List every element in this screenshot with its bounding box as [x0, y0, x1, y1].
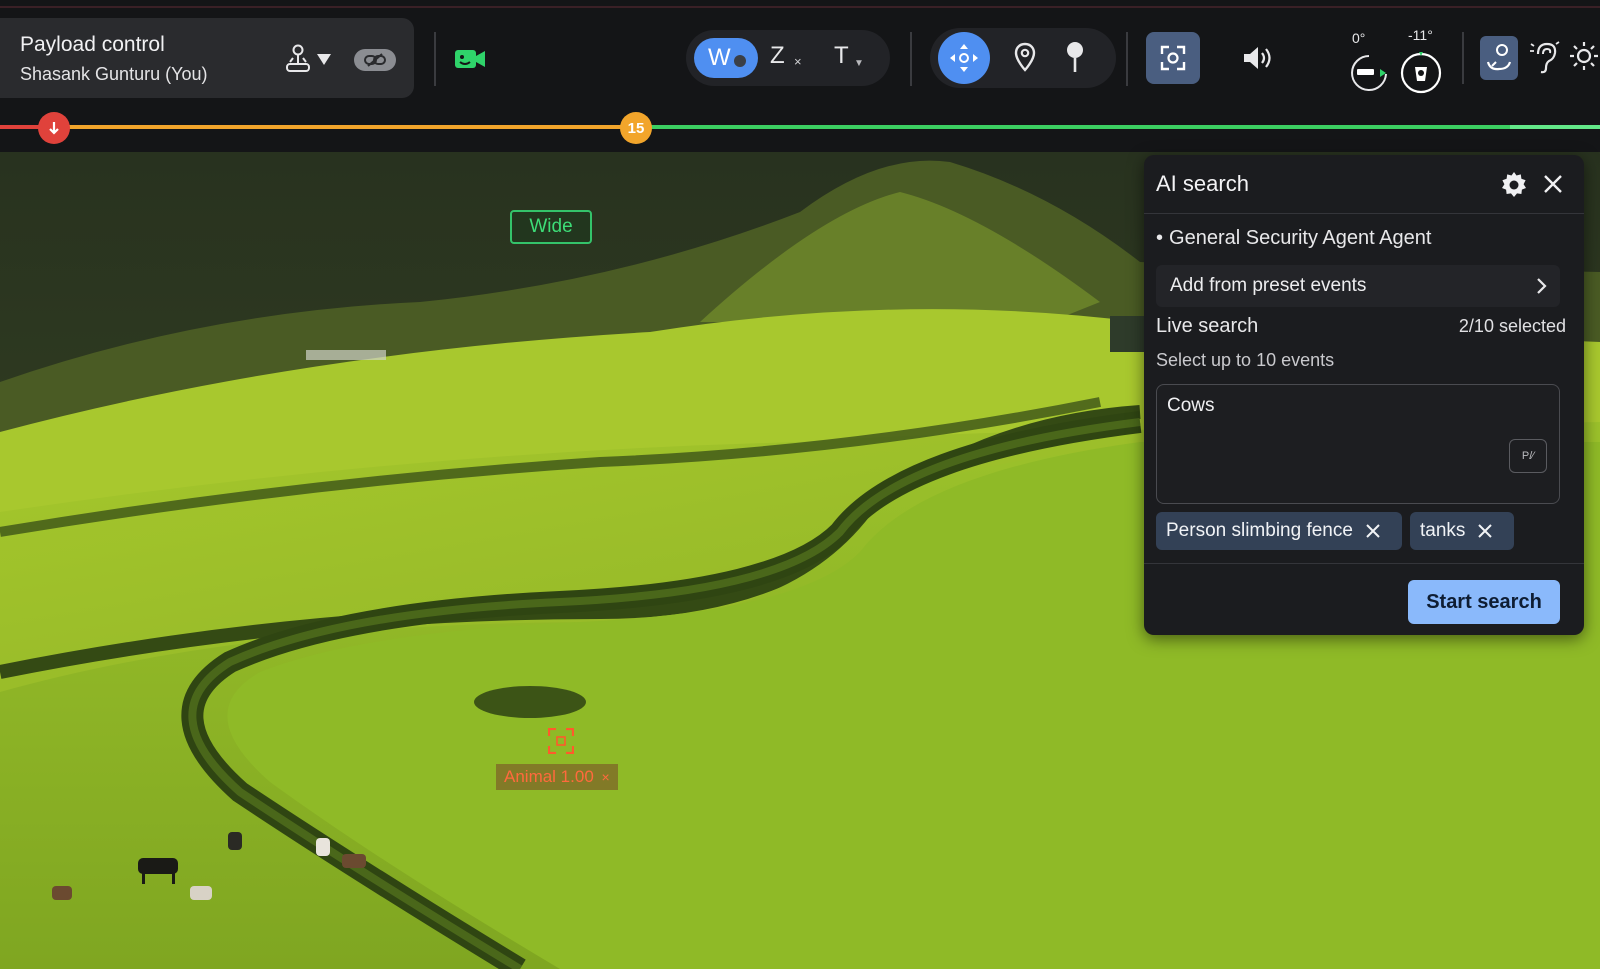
- move-icon: [950, 44, 978, 72]
- select-hint: Select up to 10 events: [1156, 350, 1335, 370]
- link-toggle[interactable]: [354, 49, 396, 71]
- event-chip[interactable]: tanks: [1410, 512, 1514, 550]
- event-chip[interactable]: Person slimbing fence: [1156, 512, 1402, 550]
- panel-divider: [1144, 213, 1584, 214]
- timeline-progress-segment: [54, 125, 636, 129]
- start-search-button[interactable]: Start search: [1408, 580, 1560, 624]
- detection-dismiss[interactable]: ×: [602, 769, 610, 785]
- timeline-remaining-segment: [636, 125, 1600, 129]
- navigation-tools: [930, 28, 1116, 88]
- bullet-icon: •: [1156, 227, 1164, 249]
- ai-search-title: AI search: [1156, 171, 1249, 196]
- cursor-indicator: [734, 55, 746, 67]
- move-button[interactable]: [938, 32, 990, 84]
- toolbar-divider: [910, 32, 912, 86]
- selected-count: 2/10 selected: [1458, 316, 1566, 336]
- query-input-value: Cows: [1167, 395, 1215, 416]
- mode-zoom-close[interactable]: ×: [794, 54, 802, 69]
- ai-search-panel: AI search • General Security Agent Agent …: [1144, 155, 1584, 635]
- thermal-dropdown-icon[interactable]: ▼: [854, 58, 864, 69]
- query-input[interactable]: Cows P/⁄: [1156, 384, 1560, 504]
- gimbal-pitch-readout: 0°: [1352, 30, 1366, 46]
- compass-icon: [1400, 52, 1442, 94]
- preset-label: Add from preset events: [1170, 275, 1367, 296]
- timeline-start-marker[interactable]: [38, 112, 70, 144]
- payload-control-card[interactable]: Payload control Shasank Gunturu (You): [0, 18, 414, 98]
- top-accent-line: [0, 6, 1600, 8]
- panel-divider: [1144, 563, 1584, 564]
- mode-thermal-button[interactable]: T: [834, 42, 849, 70]
- focus-frame-icon: [1160, 45, 1186, 71]
- mode-wide-label: W: [708, 44, 731, 71]
- query-shortcut-button[interactable]: P/⁄: [1509, 439, 1547, 473]
- map-pin-icon[interactable]: [1014, 42, 1036, 72]
- close-icon[interactable]: [1365, 523, 1381, 539]
- detection-button[interactable]: [1480, 36, 1518, 80]
- toolbar-divider: [1126, 32, 1128, 86]
- view-mode-badge: Wide: [510, 210, 592, 244]
- chevron-down-icon[interactable]: [316, 52, 332, 66]
- link-icon: [364, 53, 386, 67]
- brightness-icon[interactable]: [1568, 40, 1600, 72]
- add-preset-events-row[interactable]: Add from preset events: [1156, 265, 1560, 307]
- arrow-down-icon: [49, 122, 59, 135]
- payload-user: Shasank Gunturu (You): [20, 64, 208, 84]
- mission-timeline[interactable]: [0, 125, 1600, 129]
- speaker-icon[interactable]: [1242, 44, 1276, 72]
- detection-icon: [1486, 44, 1512, 71]
- live-search-label: Live search: [1156, 315, 1259, 337]
- mode-wide-button[interactable]: W: [694, 38, 758, 78]
- ear-icon[interactable]: [1530, 40, 1560, 76]
- close-icon[interactable]: [1542, 173, 1564, 195]
- event-chip-label: Person slimbing fence: [1166, 520, 1353, 541]
- agent-name-text: General Security Agent Agent: [1169, 227, 1432, 249]
- detection-label-text: Animal 1.00: [504, 767, 594, 786]
- horizon-icon: [1351, 55, 1387, 91]
- close-icon[interactable]: [1477, 523, 1493, 539]
- camera-mode-switcher: W Z × T ▼: [686, 30, 890, 86]
- toolbar-divider: [1462, 32, 1464, 84]
- detection-box[interactable]: [548, 728, 574, 754]
- payload-title: Payload control: [20, 33, 165, 56]
- toolbar-divider: [434, 32, 436, 86]
- timeline-marker[interactable]: 15: [620, 112, 652, 144]
- joystick-icon[interactable]: [284, 44, 312, 74]
- mode-zoom-button[interactable]: Z: [770, 42, 785, 70]
- top-toolbar: Payload control Shasank Gunturu (You) W: [0, 0, 1600, 152]
- video-camera-icon[interactable]: [454, 46, 486, 72]
- event-chip-label: tanks: [1420, 520, 1466, 541]
- gear-icon[interactable]: [1500, 171, 1528, 199]
- chevron-right-icon: [1537, 278, 1547, 294]
- agent-name: • General Security Agent Agent: [1156, 227, 1431, 250]
- pushpin-icon[interactable]: [1064, 41, 1086, 73]
- gimbal-yaw-readout: -11°: [1408, 27, 1433, 43]
- timeline-end-segment: [1510, 125, 1600, 129]
- detection-label[interactable]: Animal 1.00 ×: [496, 764, 618, 790]
- focus-frame-button[interactable]: [1146, 32, 1200, 84]
